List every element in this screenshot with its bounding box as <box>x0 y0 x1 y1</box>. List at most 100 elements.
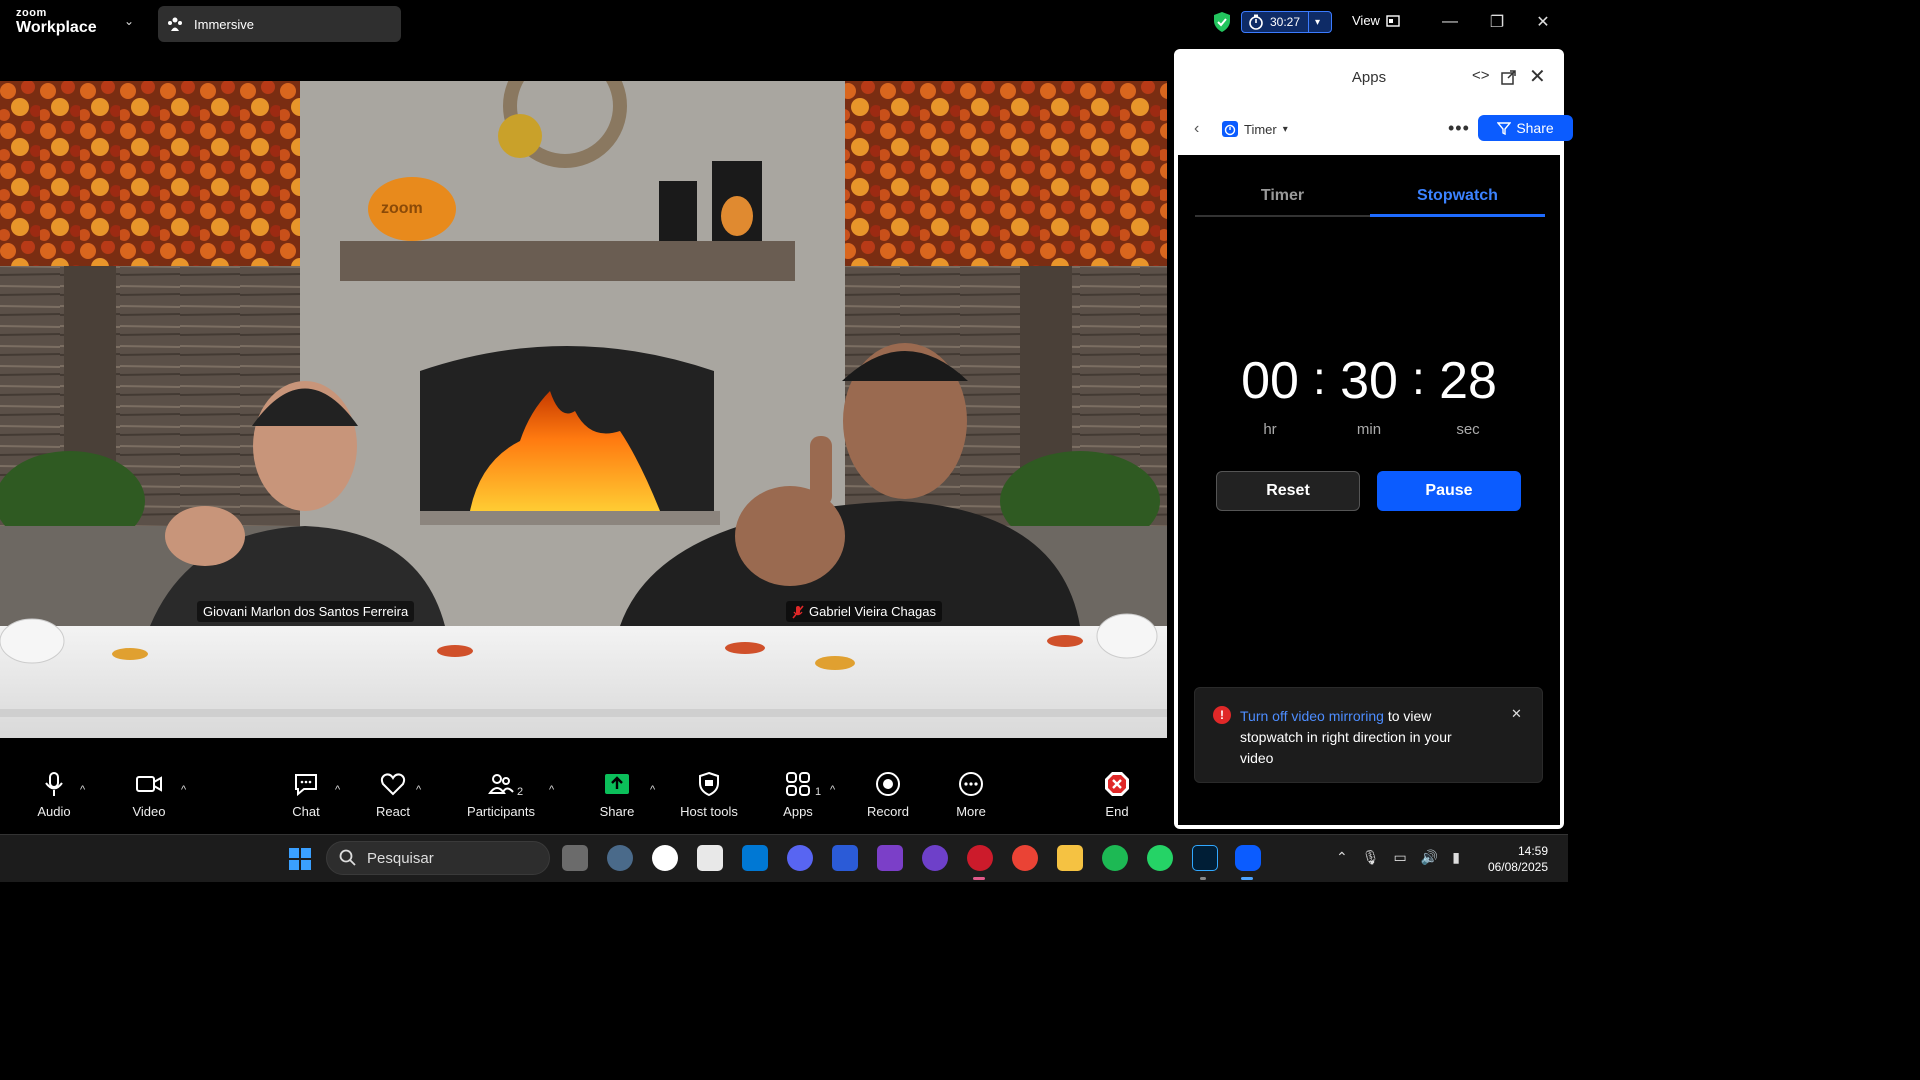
restore-button[interactable]: ❐ <box>1485 10 1509 34</box>
apps-options-caret[interactable]: ^ <box>830 784 835 796</box>
more-button[interactable]: More <box>926 770 1016 819</box>
share-options-caret[interactable]: ^ <box>650 784 655 796</box>
mode-tabs: Timer Stopwatch <box>1195 179 1545 217</box>
visual-studio-icon[interactable] <box>877 845 903 871</box>
zoom-taskbar-icon[interactable] <box>1235 845 1261 871</box>
photoshop-icon[interactable] <box>1192 845 1218 871</box>
microphone-icon <box>45 772 63 796</box>
pop-out-icon[interactable] <box>1501 70 1516 85</box>
video-options-caret[interactable]: ^ <box>181 784 186 796</box>
chevron-down-icon: ▾ <box>1282 123 1288 135</box>
vscode-icon[interactable] <box>742 845 768 871</box>
divider <box>1308 12 1310 32</box>
close-window-button[interactable]: ✕ <box>1531 10 1555 34</box>
chat-options-caret[interactable]: ^ <box>335 784 340 796</box>
back-arrow-icon[interactable]: ‹ <box>1194 120 1199 138</box>
turn-off-mirroring-link[interactable]: Turn off video mirroring <box>1240 708 1384 724</box>
minimize-button[interactable]: — <box>1438 10 1462 34</box>
mic-muted-icon <box>792 604 804 619</box>
file-explorer-icon[interactable] <box>1057 845 1083 871</box>
taskbar-search[interactable]: Pesquisar <box>326 841 550 875</box>
host-shield-icon <box>699 771 719 797</box>
active-tab-indicator <box>1370 214 1545 217</box>
app-selector[interactable]: Timer ▾ <box>1222 121 1288 137</box>
stopwatch-seconds: 28 <box>1439 352 1497 410</box>
end-meeting-button[interactable]: End <box>1072 770 1162 819</box>
video-label: Video <box>132 804 166 819</box>
participants-options-caret[interactable]: ^ <box>549 784 554 796</box>
discord-icon[interactable] <box>787 845 813 871</box>
participant-name: Gabriel Vieira Chagas <box>809 604 936 619</box>
participant-name-tag: Giovani Marlon dos Santos Ferreira <box>197 601 415 622</box>
network-icon[interactable]: ▭ <box>1394 849 1407 866</box>
react-options-caret[interactable]: ^ <box>416 784 421 796</box>
share-button[interactable]: Share <box>572 770 662 819</box>
share-funnel-icon <box>1497 122 1512 135</box>
close-notice-icon[interactable]: ✕ <box>1511 706 1522 722</box>
seconds-unit-label: sec <box>1456 421 1480 438</box>
react-label: React <box>376 804 410 819</box>
zoom-logo[interactable]: zoom Workplace <box>16 8 97 36</box>
meeting-timer-pill[interactable]: 30:27 ▾ <box>1241 11 1332 33</box>
error-icon: ! <box>1213 706 1231 724</box>
apps-grid-icon <box>786 772 810 796</box>
host-tools-label: Host tools <box>680 804 738 819</box>
react-button[interactable]: React <box>348 770 438 819</box>
windows-start-icon[interactable] <box>288 847 312 871</box>
apps-side-panel: Apps <> ✕ ‹ Timer ▾ ••• Share Timer Stop… <box>1174 49 1573 829</box>
participants-label: Participants <box>467 804 535 819</box>
apps-count: 1 <box>815 786 822 798</box>
record-button[interactable]: Record <box>843 770 933 819</box>
view-button[interactable]: View <box>1352 13 1400 28</box>
code-brackets-icon[interactable]: <> <box>1472 67 1490 84</box>
app-name: Timer <box>1244 121 1277 137</box>
host-tools-button[interactable]: Host tools <box>664 770 754 819</box>
timer-app-icon <box>1222 121 1238 137</box>
microsoft-store-icon[interactable] <box>697 845 723 871</box>
active-indicator <box>1241 877 1253 880</box>
mirroring-notice: ! Turn off video mirroring to view stopw… <box>1194 687 1543 783</box>
intellij-icon[interactable] <box>832 845 858 871</box>
logo-big-text: Workplace <box>16 19 97 36</box>
audio-button[interactable]: Audio <box>9 770 99 819</box>
close-panel-icon[interactable]: ✕ <box>1529 64 1546 89</box>
participants-button[interactable]: Participants <box>456 770 546 819</box>
security-shield-icon[interactable] <box>1212 11 1232 33</box>
taskbar-clock[interactable]: 14:59 06/08/2025 <box>1482 843 1548 875</box>
record-label: Record <box>867 804 909 819</box>
stopwatch-minutes: 30 <box>1340 352 1398 410</box>
microphone-tray-icon[interactable]: 🎙 <box>1362 849 1380 866</box>
share-label: Share <box>1516 120 1554 136</box>
task-view-icon[interactable] <box>562 845 588 871</box>
whatsapp-icon[interactable] <box>1147 845 1173 871</box>
clock-date: 06/08/2025 <box>1487 860 1548 874</box>
record-icon <box>876 772 900 796</box>
participants-icon <box>488 774 514 794</box>
tab-stopwatch[interactable]: Stopwatch <box>1370 187 1545 205</box>
chevron-up-icon[interactable]: ⌃ <box>1336 849 1348 866</box>
app-share-button[interactable]: Share <box>1478 115 1573 141</box>
tab-timer[interactable]: Timer <box>1195 187 1370 205</box>
immersive-view-pill[interactable]: Immersive <box>158 6 401 42</box>
github-desktop-icon[interactable] <box>922 845 948 871</box>
settings-gear-icon[interactable] <box>607 845 633 871</box>
chevron-down-icon[interactable]: ⌄ <box>124 14 134 28</box>
hours-unit-label: hr <box>1263 421 1277 438</box>
volume-icon[interactable]: 🔊 <box>1421 849 1438 866</box>
battery-icon[interactable]: ▮ <box>1452 849 1460 866</box>
chevron-down-icon[interactable]: ▾ <box>1315 17 1320 28</box>
more-options-icon[interactable]: ••• <box>1448 118 1470 139</box>
chrome-icon[interactable] <box>1012 845 1038 871</box>
logo-small-text: zoom <box>16 7 47 19</box>
meeting-toolbar: Audio ^ Video ^ Chat ^ React ^ Participa… <box>0 770 1167 832</box>
pause-button[interactable]: Pause <box>1377 471 1521 511</box>
system-tray: ⌃ 🎙 ▭ 🔊 ▮ <box>1336 849 1460 866</box>
opera-gx-icon[interactable] <box>967 845 993 871</box>
view-grid-icon <box>1386 14 1400 27</box>
end-label: End <box>1105 804 1129 819</box>
spotify-icon[interactable] <box>1102 845 1128 871</box>
audio-options-caret[interactable]: ^ <box>80 784 85 796</box>
slack-icon[interactable] <box>652 845 678 871</box>
reset-button[interactable]: Reset <box>1216 471 1360 511</box>
share-label: Share <box>599 804 635 819</box>
